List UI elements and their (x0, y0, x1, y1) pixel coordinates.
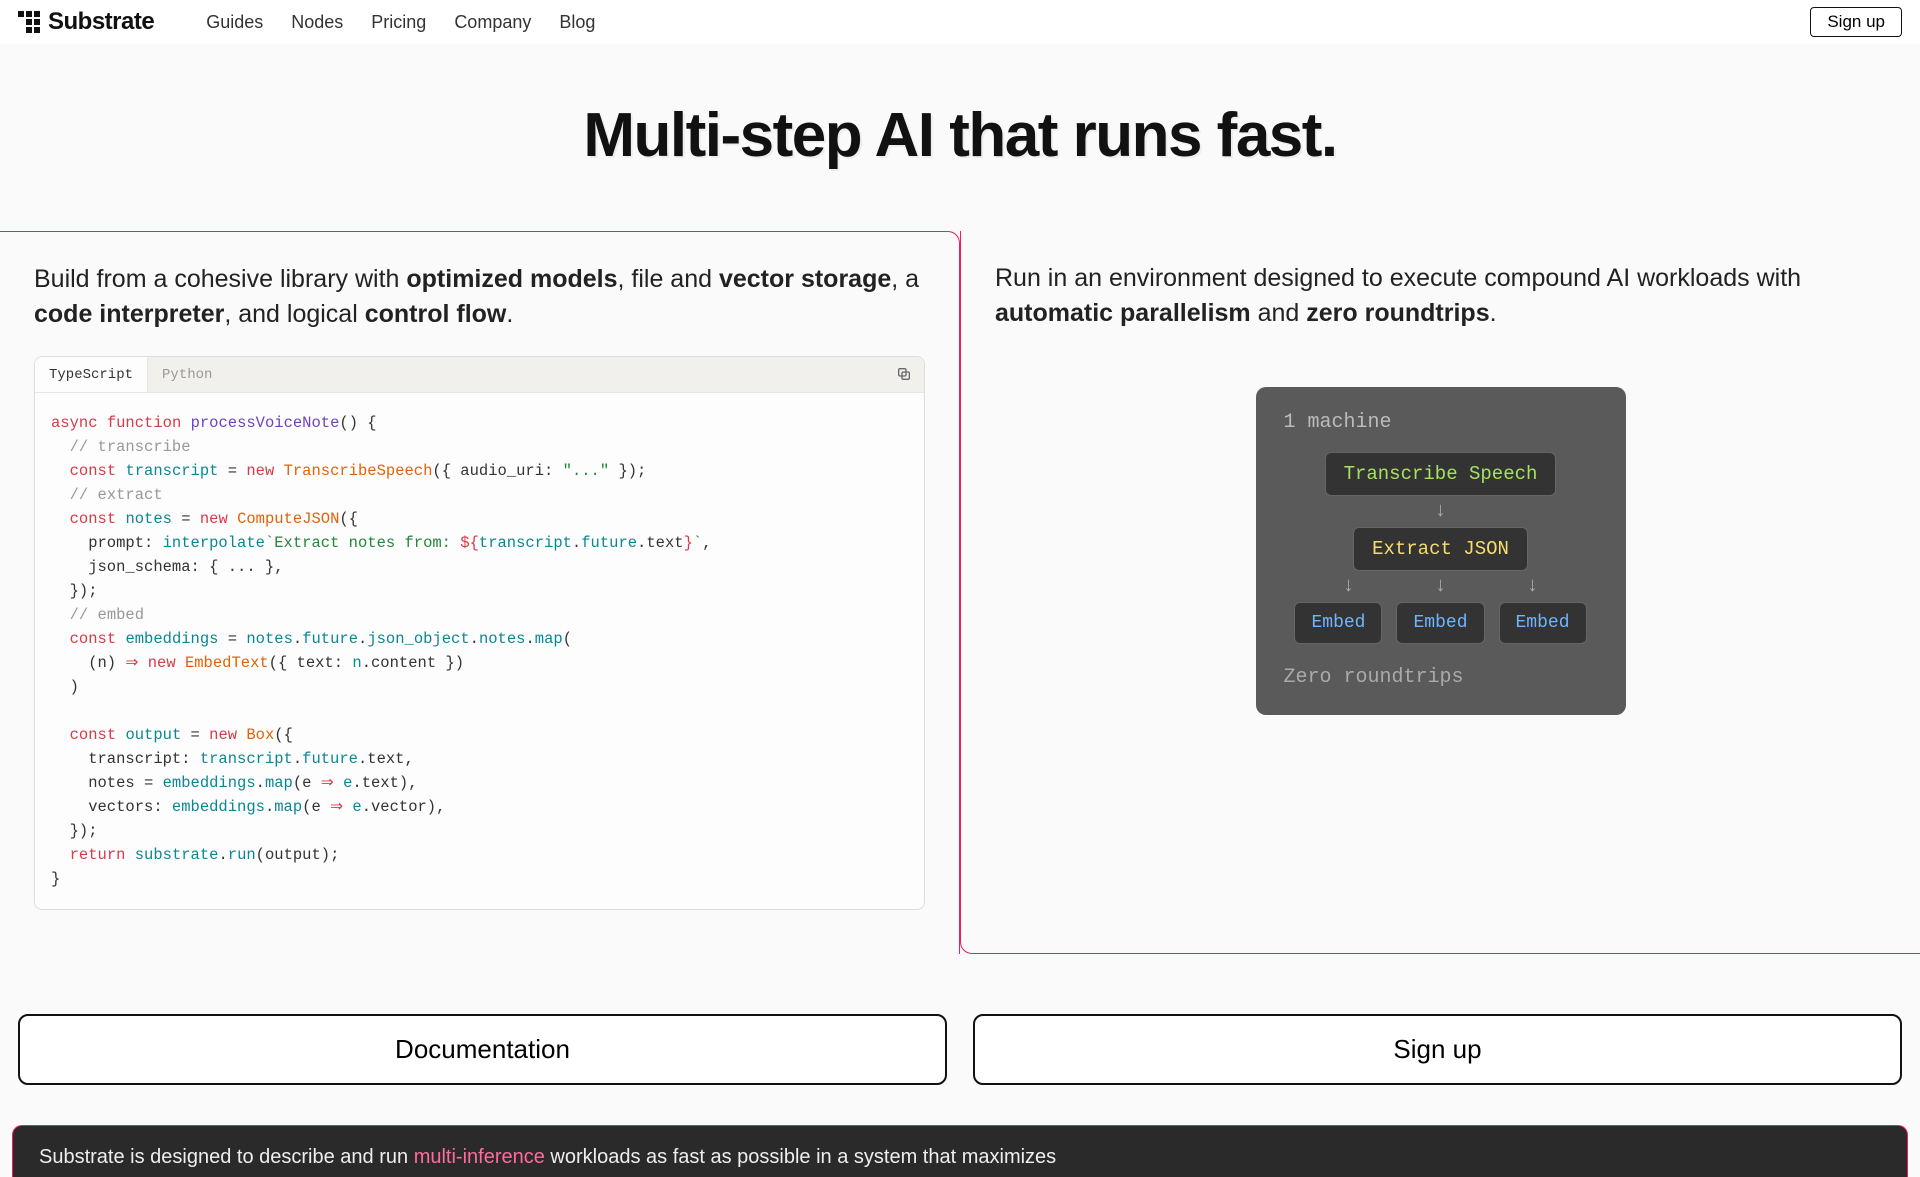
brand-name: Substrate (48, 8, 154, 36)
diagram-node-extract: Extract JSON (1353, 527, 1528, 571)
panel-run: Run in an environment designed to execut… (960, 231, 1920, 954)
diagram-node-embed: Embed (1396, 602, 1484, 644)
nav-guides[interactable]: Guides (206, 12, 263, 33)
signup-button-nav[interactable]: Sign up (1810, 7, 1902, 37)
nav-company[interactable]: Company (454, 12, 531, 33)
panel-build-text: Build from a cohesive library with optim… (34, 262, 925, 332)
arrow-down-icon: ↓ (1434, 575, 1446, 598)
nav-links: Guides Nodes Pricing Company Blog (206, 12, 595, 33)
nav-pricing[interactable]: Pricing (371, 12, 426, 33)
copy-icon[interactable] (896, 366, 912, 387)
nav-nodes[interactable]: Nodes (291, 12, 343, 33)
nav-blog[interactable]: Blog (559, 12, 595, 33)
bottom-strip: Substrate is designed to describe and ru… (12, 1125, 1908, 1177)
hero-title: Multi-step AI that runs fast. (0, 100, 1920, 171)
diagram-node-transcribe: Transcribe Speech (1325, 452, 1557, 496)
arrow-down-icon: ↓ (1527, 575, 1539, 598)
diagram: 1 machine Transcribe Speech ↓ Extract JS… (1256, 387, 1626, 715)
arrow-down-icon: ↓ (1342, 575, 1354, 598)
diagram-title: 1 machine (1284, 411, 1598, 434)
code-body: async function processVoiceNote() { // t… (35, 393, 924, 909)
diagram-node-embed: Embed (1499, 602, 1587, 644)
diagram-footer: Zero roundtrips (1284, 666, 1598, 689)
panel-run-text: Run in an environment designed to execut… (995, 261, 1886, 331)
panel-build: Build from a cohesive library with optim… (0, 231, 960, 954)
logo-icon (18, 11, 40, 33)
diagram-node-embed: Embed (1294, 602, 1382, 644)
strip-highlight: multi-inference (414, 1146, 545, 1168)
arrow-down-icon: ↓ (1434, 500, 1446, 523)
tab-python[interactable]: Python (148, 357, 226, 392)
code-card: TypeScript Python async function process… (34, 356, 925, 910)
tab-typescript[interactable]: TypeScript (35, 357, 148, 392)
documentation-button[interactable]: Documentation (18, 1014, 947, 1085)
signup-button[interactable]: Sign up (973, 1014, 1902, 1085)
brand-logo[interactable]: Substrate (18, 8, 154, 36)
